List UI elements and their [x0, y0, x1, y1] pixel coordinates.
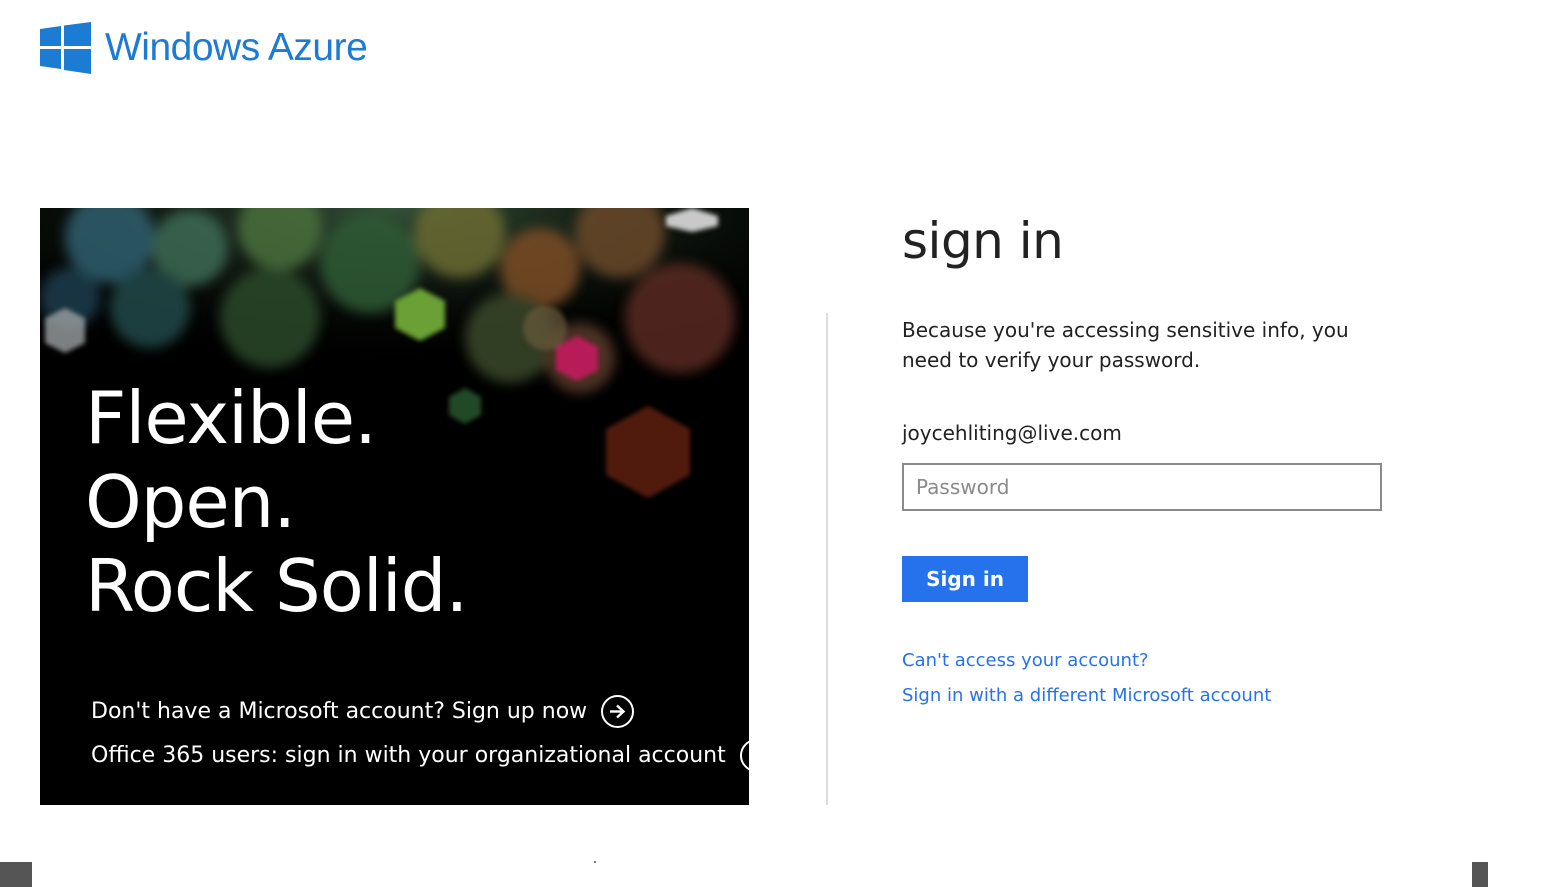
- password-field[interactable]: [902, 463, 1382, 511]
- signup-link-label: Don't have a Microsoft account? Sign up …: [91, 699, 588, 724]
- vertical-divider: [826, 313, 828, 805]
- stray-dot: [594, 861, 596, 863]
- left-edge-tab: [0, 862, 32, 887]
- headline-line-3: Rock Solid.: [85, 544, 468, 628]
- arrow-right-circle-icon[interactable]: [739, 739, 749, 772]
- different-account-link[interactable]: Sign in with a different Microsoft accou…: [902, 685, 1271, 706]
- hero-banner: Flexible. Open. Rock Solid. Don't have a…: [40, 208, 749, 805]
- sign-in-button[interactable]: Sign in: [902, 556, 1028, 602]
- office365-link-label: Office 365 users: sign in with your orga…: [91, 743, 726, 768]
- headline-line-2: Open.: [85, 460, 296, 544]
- logo-text: Windows Azure: [105, 26, 368, 69]
- scrollbar-edge[interactable]: [1472, 862, 1488, 887]
- hero-headline: Flexible. Open. Rock Solid.: [85, 376, 468, 628]
- signup-link[interactable]: Don't have a Microsoft account? Sign up …: [91, 695, 635, 728]
- verification-message: Because you're accessing sensitive info,…: [902, 318, 1349, 372]
- headline-line-1: Flexible.: [85, 376, 377, 460]
- cant-access-account-link[interactable]: Can't access your account?: [902, 650, 1149, 671]
- office365-signin-link[interactable]: Office 365 users: sign in with your orga…: [91, 739, 749, 772]
- arrow-right-circle-icon[interactable]: [601, 695, 635, 728]
- sign-in-page: Windows Azure Flexible. Open. Rock Solid…: [0, 0, 1542, 887]
- windows-logo-icon: [40, 22, 91, 74]
- account-email: joycehliting@live.com: [902, 421, 1122, 445]
- page-title: sign in: [902, 212, 1064, 270]
- windows-azure-logo: Windows Azure: [40, 22, 368, 74]
